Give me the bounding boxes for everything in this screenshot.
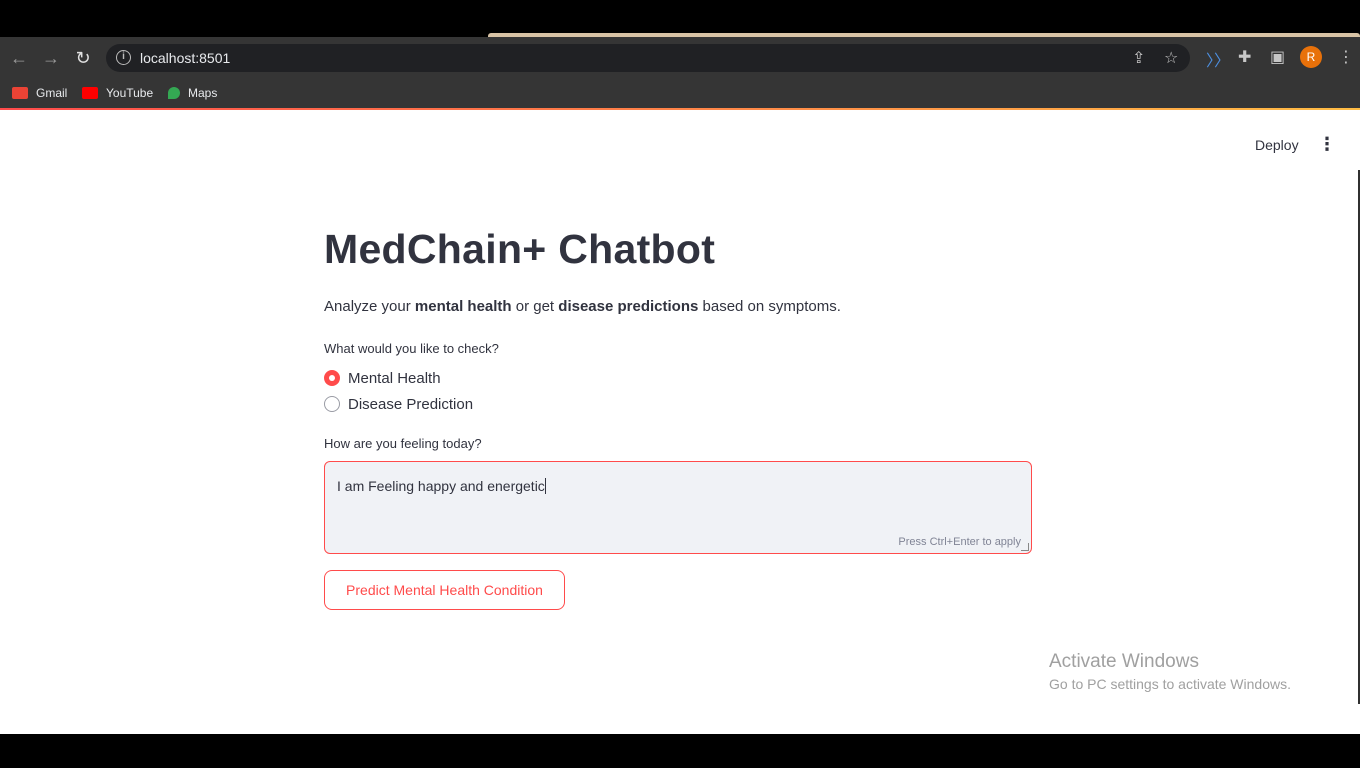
- reload-icon[interactable]: ↻: [72, 47, 94, 69]
- radio-label: Disease Prediction: [348, 395, 474, 413]
- bookmark-star-icon[interactable]: ☆: [1164, 48, 1178, 68]
- forward-icon[interactable]: →: [40, 47, 62, 69]
- page-subtitle: Analyze your mental health or get diseas…: [324, 298, 841, 315]
- radio-unselected-icon[interactable]: [324, 396, 340, 412]
- activate-windows-subtitle: Go to PC settings to activate Windows.: [1049, 676, 1291, 692]
- bookmark-maps[interactable]: Maps: [168, 82, 217, 104]
- browser-menu-icon[interactable]: ⋮: [1338, 47, 1354, 67]
- side-panel-icon[interactable]: ▣: [1270, 47, 1285, 67]
- maps-icon: [168, 87, 180, 99]
- feeling-label: How are you feeling today?: [324, 436, 482, 451]
- youtube-icon: [82, 87, 98, 99]
- window-top-bar: [0, 0, 1360, 36]
- taskbar-strip: [0, 734, 1360, 768]
- check-type-label: What would you like to check?: [324, 341, 499, 356]
- extension-icon[interactable]: 〉〉: [1206, 47, 1230, 71]
- bookmark-gmail[interactable]: Gmail: [12, 82, 67, 104]
- browser-toolbar: ← → ↻ i localhost:8501 ⇪ ☆ 〉〉 ✚ ▣ R ⋮: [0, 37, 1360, 78]
- bookmarks-bar: Gmail YouTube Maps: [0, 78, 1360, 108]
- site-info-icon[interactable]: i: [116, 50, 131, 65]
- share-icon[interactable]: ⇪: [1132, 48, 1145, 68]
- textarea-hint: Press Ctrl+Enter to apply: [898, 536, 1021, 548]
- radio-label: Mental Health: [348, 369, 441, 387]
- gmail-icon: [12, 87, 28, 99]
- page-title: MedChain+ Chatbot: [324, 226, 716, 272]
- radio-mental-health[interactable]: Mental Health: [324, 368, 441, 388]
- resize-grip-icon[interactable]: [1021, 543, 1029, 551]
- bookmark-label: Gmail: [36, 86, 68, 100]
- radio-selected-icon[interactable]: [324, 370, 340, 386]
- puzzle-extensions-icon[interactable]: ✚: [1238, 47, 1251, 67]
- app-page: [0, 110, 1360, 734]
- feeling-text[interactable]: I am Feeling happy and energetic: [337, 478, 546, 494]
- bookmark-youtube[interactable]: YouTube: [82, 82, 153, 104]
- bookmark-label: Maps: [188, 86, 218, 100]
- address-bar[interactable]: i localhost:8501 ⇪ ☆: [106, 44, 1190, 72]
- back-icon[interactable]: ←: [8, 47, 30, 69]
- text-caret: [544, 478, 546, 494]
- address-url[interactable]: localhost:8501: [140, 50, 230, 66]
- feeling-textarea[interactable]: I am Feeling happy and energetic Press C…: [324, 461, 1032, 554]
- app-menu-icon[interactable]: ⋮: [1318, 134, 1336, 156]
- deploy-button[interactable]: Deploy: [1255, 137, 1299, 153]
- bookmark-label: YouTube: [106, 86, 154, 100]
- predict-button[interactable]: Predict Mental Health Condition: [324, 570, 565, 610]
- activate-windows-title: Activate Windows: [1049, 651, 1199, 672]
- radio-disease-prediction[interactable]: Disease Prediction: [324, 394, 473, 414]
- profile-avatar[interactable]: R: [1300, 46, 1322, 68]
